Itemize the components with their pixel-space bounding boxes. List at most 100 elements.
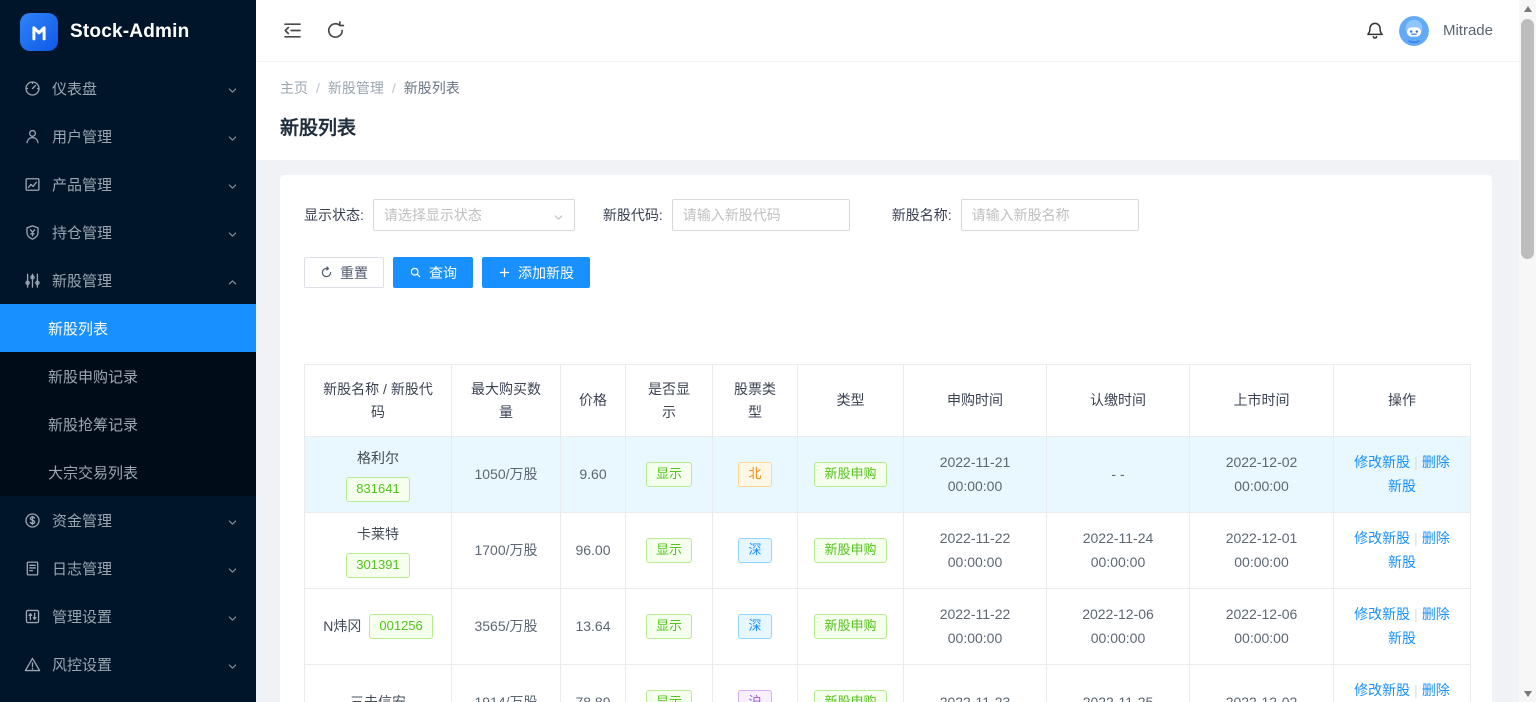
submenu-item-4[interactable]: 大宗交易列表 xyxy=(0,448,256,496)
chevron-down-icon xyxy=(227,131,238,142)
cell-visible: 显示 xyxy=(626,589,713,665)
app-logo-icon xyxy=(20,13,58,51)
sidebar-item-7[interactable]: 日志管理 xyxy=(0,544,256,592)
sidebar-item-3[interactable]: 产品管理 xyxy=(0,160,256,208)
cell-type: 新股申购 xyxy=(798,513,904,589)
column-header: 最大购买数量 xyxy=(452,365,561,437)
visible-badge: 显示 xyxy=(646,614,692,639)
market-badge: 深 xyxy=(738,614,771,639)
user-avatar[interactable] xyxy=(1399,16,1429,46)
cell-apply-time: 2022-11-22 00:00:00 xyxy=(904,513,1047,589)
chevron-down-icon xyxy=(227,611,238,622)
sidebar-item-1[interactable]: 仪表盘 xyxy=(0,64,256,112)
stock-name: N炜冈 xyxy=(323,615,361,639)
cell-pay-time: 2022-12-06 00:00:00 xyxy=(1047,589,1190,665)
breadcrumb-current: 新股列表 xyxy=(404,78,460,98)
cell-pay-time: 2022-11-25 xyxy=(1047,665,1190,702)
status-label: 显示状态: xyxy=(304,205,364,225)
type-badge: 新股申购 xyxy=(814,614,886,639)
products-icon xyxy=(24,176,41,193)
action-divider: | xyxy=(1414,606,1418,622)
table-row: N炜冈0012563565/万股13.64显示深新股申购2022-11-22 0… xyxy=(305,589,1471,665)
column-header: 新股名称 / 新股代码 xyxy=(305,365,452,437)
app-title: Stock-Admin xyxy=(70,21,189,43)
table-row: 格利尔8316411050/万股9.60显示北新股申购2022-11-21 00… xyxy=(305,437,1471,513)
chevron-down-icon xyxy=(227,563,238,574)
table-row: 卡莱特3013911700/万股96.00显示深新股申购2022-11-22 0… xyxy=(305,513,1471,589)
cell-price: 96.00 xyxy=(561,513,626,589)
notifications-bell-icon[interactable] xyxy=(1365,21,1385,41)
cell-name: N炜冈001256 xyxy=(305,589,452,665)
submenu-item-1[interactable]: 新股列表 xyxy=(0,304,256,352)
stock-name: 卡莱特 xyxy=(357,523,399,547)
stock-name-input[interactable] xyxy=(961,199,1139,231)
cell-type: 新股申购 xyxy=(798,437,904,513)
cell-list-time: 2022-12-02 xyxy=(1190,665,1334,702)
app-logo[interactable]: Stock-Admin xyxy=(0,0,256,64)
page-header: 主页 / 新股管理 / 新股列表 新股列表 xyxy=(256,62,1519,160)
collapse-sidebar-icon[interactable] xyxy=(282,20,303,41)
action-divider: | xyxy=(1414,530,1418,546)
scrollbar-down-arrow[interactable] xyxy=(1519,685,1536,702)
cell-apply-time: 2022-11-21 00:00:00 xyxy=(904,437,1047,513)
scrollbar-thumb[interactable] xyxy=(1521,19,1534,259)
sidebar-item-8[interactable]: 管理设置 xyxy=(0,592,256,640)
code-label: 新股代码: xyxy=(603,205,663,225)
content-card: 显示状态: 请选择显示状态 新股代码: 新股名称: xyxy=(280,175,1492,702)
stock-code-input[interactable] xyxy=(672,199,850,231)
action-divider: | xyxy=(1414,454,1418,470)
cell-pay-time: 2022-11-24 00:00:00 xyxy=(1047,513,1190,589)
cell-price: 9.60 xyxy=(561,437,626,513)
cell-market: 深 xyxy=(713,589,798,665)
edit-stock-link[interactable]: 修改新股 xyxy=(1354,682,1410,698)
market-badge: 北 xyxy=(738,462,771,487)
sidebar-item-9[interactable]: 风控设置 xyxy=(0,640,256,688)
search-button-label: 查询 xyxy=(429,263,457,283)
column-header: 上市时间 xyxy=(1190,365,1334,437)
sidebar-item-4[interactable]: 持仓管理 xyxy=(0,208,256,256)
refresh-icon[interactable] xyxy=(325,20,346,41)
edit-stock-link[interactable]: 修改新股 xyxy=(1354,530,1410,546)
cell-market: 北 xyxy=(713,437,798,513)
main-area: Mitrade 主页 / 新股管理 / 新股列表 新股列表 显示状态: 请选择显… xyxy=(256,0,1519,702)
chevron-down-icon xyxy=(227,227,238,238)
cell-market: 深 xyxy=(713,513,798,589)
breadcrumb-separator: / xyxy=(392,80,396,96)
submenu-item-3[interactable]: 新股抢筹记录 xyxy=(0,400,256,448)
submenu-item-2[interactable]: 新股申购记录 xyxy=(0,352,256,400)
vertical-scrollbar[interactable] xyxy=(1519,0,1536,702)
edit-stock-link[interactable]: 修改新股 xyxy=(1354,606,1410,622)
risk-icon xyxy=(24,656,41,673)
cell-max-buy: 1700/万股 xyxy=(452,513,561,589)
breadcrumb-home[interactable]: 主页 xyxy=(280,78,308,98)
cell-max-buy: 1050/万股 xyxy=(452,437,561,513)
new-stock-icon xyxy=(24,272,41,289)
users-icon xyxy=(24,128,41,145)
cell-max-buy: 1914/万股 xyxy=(452,665,561,702)
scrollbar-up-arrow[interactable] xyxy=(1519,0,1536,17)
chevron-down-icon xyxy=(227,659,238,670)
sidebar-item-label: 管理设置 xyxy=(52,606,227,627)
edit-stock-link[interactable]: 修改新股 xyxy=(1354,454,1410,470)
filter-status-group: 显示状态: 请选择显示状态 xyxy=(304,199,575,231)
sidebar-item-6[interactable]: 资金管理 xyxy=(0,496,256,544)
reset-button[interactable]: 重置 xyxy=(304,257,384,288)
stock-code-badge: 831641 xyxy=(346,477,409,502)
chevron-up-icon xyxy=(227,275,238,286)
status-select[interactable]: 请选择显示状态 xyxy=(373,199,575,231)
breadcrumb-new-stock-mgmt[interactable]: 新股管理 xyxy=(328,78,384,98)
chevron-down-icon xyxy=(553,210,564,221)
status-select-placeholder: 请选择显示状态 xyxy=(384,205,553,225)
search-button[interactable]: 查询 xyxy=(393,257,473,288)
page-title: 新股列表 xyxy=(280,113,1495,140)
sidebar-item-2[interactable]: 用户管理 xyxy=(0,112,256,160)
column-header: 是否显示 xyxy=(626,365,713,437)
user-name[interactable]: Mitrade xyxy=(1443,22,1493,39)
sidebar-submenu: 新股列表新股申购记录新股抢筹记录大宗交易列表 xyxy=(0,304,256,496)
stock-name: 格利尔 xyxy=(357,447,399,471)
add-stock-button[interactable]: 添加新股 xyxy=(482,257,590,288)
type-badge: 新股申购 xyxy=(814,462,886,487)
sidebar-item-5[interactable]: 新股管理 xyxy=(0,256,256,304)
stock-name: 三未信安 xyxy=(350,691,406,702)
cell-list-time: 2022-12-06 00:00:00 xyxy=(1190,589,1334,665)
